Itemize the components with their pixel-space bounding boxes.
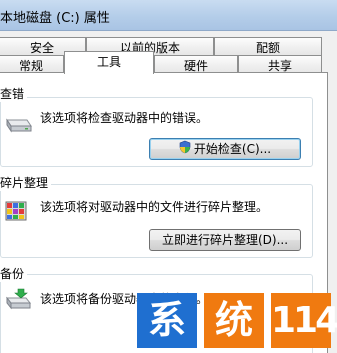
watermark-number-text: 114 xyxy=(271,300,337,341)
defrag-icon xyxy=(4,198,28,227)
watermark-char-1: 系 xyxy=(137,293,197,348)
uac-shield-icon xyxy=(179,140,191,160)
title-bar[interactable]: 本地磁盘 (C:) 属性 xyxy=(0,0,337,31)
backup-icon xyxy=(4,287,32,314)
tab-security-label: 安全 xyxy=(29,41,54,55)
drive-icon xyxy=(4,112,32,137)
watermark-logo: 系 统 114 xyxy=(137,293,337,348)
check-description: 该选项将检查驱动器中的错误。 xyxy=(40,111,209,125)
start-check-button[interactable]: 开始检查(C)... xyxy=(149,138,301,160)
backup-section-title: 备份 xyxy=(0,265,28,282)
tab-tools[interactable]: 工具 xyxy=(64,51,154,74)
watermark-char-2: 统 xyxy=(204,293,264,348)
defrag-now-button[interactable]: 立即进行碎片整理(D)... xyxy=(149,229,301,251)
watermark-char-1-text: 系 xyxy=(147,298,186,342)
watermark-number: 114 xyxy=(271,293,337,348)
tab-sharing-label: 共享 xyxy=(267,59,292,73)
tab-quota-label: 配额 xyxy=(255,41,280,55)
tab-hardware-label: 硬件 xyxy=(183,59,208,73)
watermark-char-2-text: 统 xyxy=(214,298,253,342)
start-check-button-label: 开始检查(C)... xyxy=(193,142,272,156)
tab-tools-label: 工具 xyxy=(96,55,121,69)
defrag-now-button-label: 立即进行碎片整理(D)... xyxy=(161,233,289,247)
defrag-section-title: 碎片整理 xyxy=(0,174,52,191)
window-title: 本地磁盘 (C:) 属性 xyxy=(0,11,110,26)
check-section-title: 查错 xyxy=(0,85,28,102)
properties-window: 本地磁盘 (C:) 属性 安全 以前的版本 配额 常规 工具 硬件 共享 查错 … xyxy=(0,0,337,353)
defrag-description: 该选项将对驱动器中的文件进行碎片整理。 xyxy=(40,200,269,214)
tab-general-label: 常规 xyxy=(18,59,43,73)
